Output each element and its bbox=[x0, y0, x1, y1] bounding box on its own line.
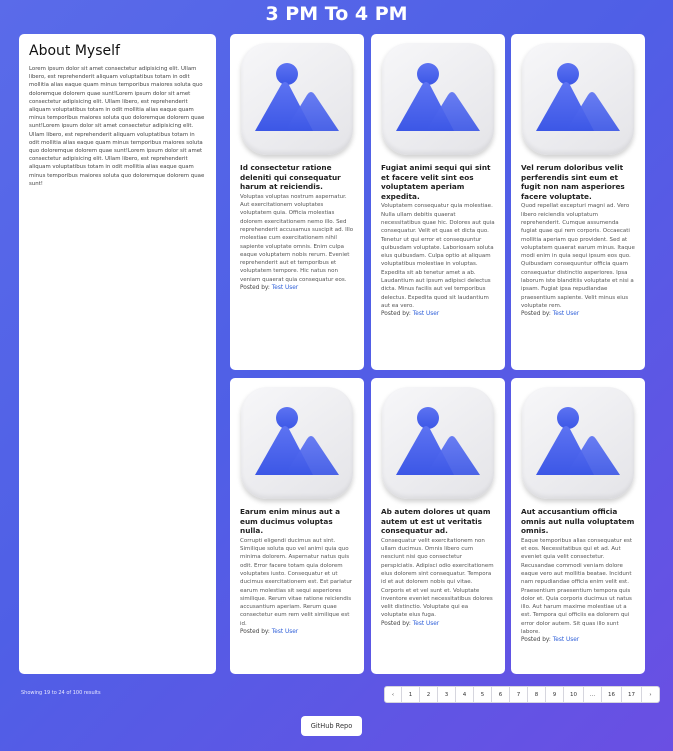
about-heading: About Myself bbox=[29, 43, 120, 59]
post-card: Aut accusantium officia omnis aut nulla … bbox=[511, 378, 645, 674]
post-title[interactable]: Id consectetur ratione deleniti qui cons… bbox=[240, 163, 354, 192]
posted-by-label: Posted by: bbox=[240, 285, 270, 292]
posted-by-label: Posted by: bbox=[521, 637, 551, 644]
post-title[interactable]: Fugiat animi sequi qui sint et facere ve… bbox=[381, 163, 495, 201]
post-body: Consequatur velit exercitationem non ull… bbox=[381, 537, 494, 619]
page-link[interactable]: 3 bbox=[438, 686, 456, 703]
prev-page-button[interactable]: ‹ bbox=[384, 686, 402, 703]
post-title[interactable]: Vel rerum doloribus velit perferendis si… bbox=[521, 163, 635, 201]
github-repo-button[interactable]: GitHub Repo bbox=[301, 716, 362, 736]
posted-by-label: Posted by: bbox=[381, 620, 411, 627]
post-card: Id consectetur ratione deleniti qui cons… bbox=[230, 34, 364, 370]
page-link[interactable]: 5 bbox=[474, 686, 492, 703]
page-ellipsis: ... bbox=[584, 686, 602, 703]
posted-by-label: Posted by: bbox=[521, 311, 551, 318]
page-link[interactable]: 1 bbox=[402, 686, 420, 703]
page-link[interactable]: 7 bbox=[510, 686, 528, 703]
page-link[interactable]: 16 bbox=[602, 686, 622, 703]
page-link[interactable]: 9 bbox=[546, 686, 564, 703]
post-meta: Posted by: Test User bbox=[381, 310, 495, 319]
about-panel: About Myself Lorem ipsum dolor sit amet … bbox=[19, 34, 216, 674]
author-link[interactable]: Test User bbox=[272, 285, 298, 291]
about-text: Lorem ipsum dolor sit amet consectetur a… bbox=[29, 66, 205, 187]
post-body: Quod repellat excepturi magni ad. Vero l… bbox=[521, 203, 635, 309]
post-title[interactable]: Earum enim minus aut a eum ducimus volup… bbox=[240, 507, 354, 536]
post-meta: Posted by: Test User bbox=[381, 620, 495, 629]
posted-by-label: Posted by: bbox=[381, 311, 411, 318]
image-placeholder-icon bbox=[522, 43, 634, 155]
post-meta: Posted by: Test User bbox=[240, 284, 354, 293]
post-meta: Posted by: Test User bbox=[521, 310, 635, 319]
post-card: Earum enim minus aut a eum ducimus volup… bbox=[230, 378, 364, 674]
pagination-summary: Showing 19 to 24 of 100 results bbox=[21, 690, 101, 696]
posted-by-label: Posted by: bbox=[240, 629, 270, 636]
post-card: Fugiat animi sequi qui sint et facere ve… bbox=[371, 34, 505, 370]
post-body: Eaque temporibus alias consequatur est e… bbox=[521, 537, 633, 636]
page-link[interactable]: 8 bbox=[528, 686, 546, 703]
author-link[interactable]: Test User bbox=[272, 629, 298, 635]
post-card: Vel rerum doloribus velit perferendis si… bbox=[511, 34, 645, 370]
page-link[interactable]: 4 bbox=[456, 686, 474, 703]
post-card: Ab autem dolores ut quam autem ut est ut… bbox=[371, 378, 505, 674]
image-placeholder-icon bbox=[522, 387, 634, 499]
post-body: Voluptas voluptas nostrum aspernatur. Au… bbox=[240, 193, 354, 283]
image-placeholder-icon bbox=[241, 387, 353, 499]
image-placeholder-icon bbox=[382, 43, 494, 155]
page-link[interactable]: 10 bbox=[564, 686, 584, 703]
next-page-button[interactable]: › bbox=[642, 686, 660, 703]
page-link[interactable]: 2 bbox=[420, 686, 438, 703]
pagination: ‹ 1 2 3 4 5 6 7 8 9 10 ... 16 17 › bbox=[384, 686, 660, 703]
post-meta: Posted by: Test User bbox=[240, 628, 354, 637]
page-link[interactable]: 17 bbox=[622, 686, 642, 703]
author-link[interactable]: Test User bbox=[413, 621, 439, 627]
image-placeholder-icon bbox=[382, 387, 494, 499]
post-body: Voluptatem consequatur quia molestiae. N… bbox=[381, 203, 495, 309]
author-link[interactable]: Test User bbox=[413, 311, 439, 317]
post-body: Corrupti eligendi ducimus aut sint. Simi… bbox=[240, 537, 353, 627]
image-placeholder-icon bbox=[241, 43, 353, 155]
page-link[interactable]: 6 bbox=[492, 686, 510, 703]
author-link[interactable]: Test User bbox=[553, 637, 579, 643]
post-title[interactable]: Aut accusantium officia omnis aut nulla … bbox=[521, 507, 635, 536]
post-meta: Posted by: Test User bbox=[521, 636, 635, 645]
author-link[interactable]: Test User bbox=[553, 311, 579, 317]
page-title: 3 PM To 4 PM bbox=[265, 3, 408, 25]
post-title[interactable]: Ab autem dolores ut quam autem ut est ut… bbox=[381, 507, 495, 536]
